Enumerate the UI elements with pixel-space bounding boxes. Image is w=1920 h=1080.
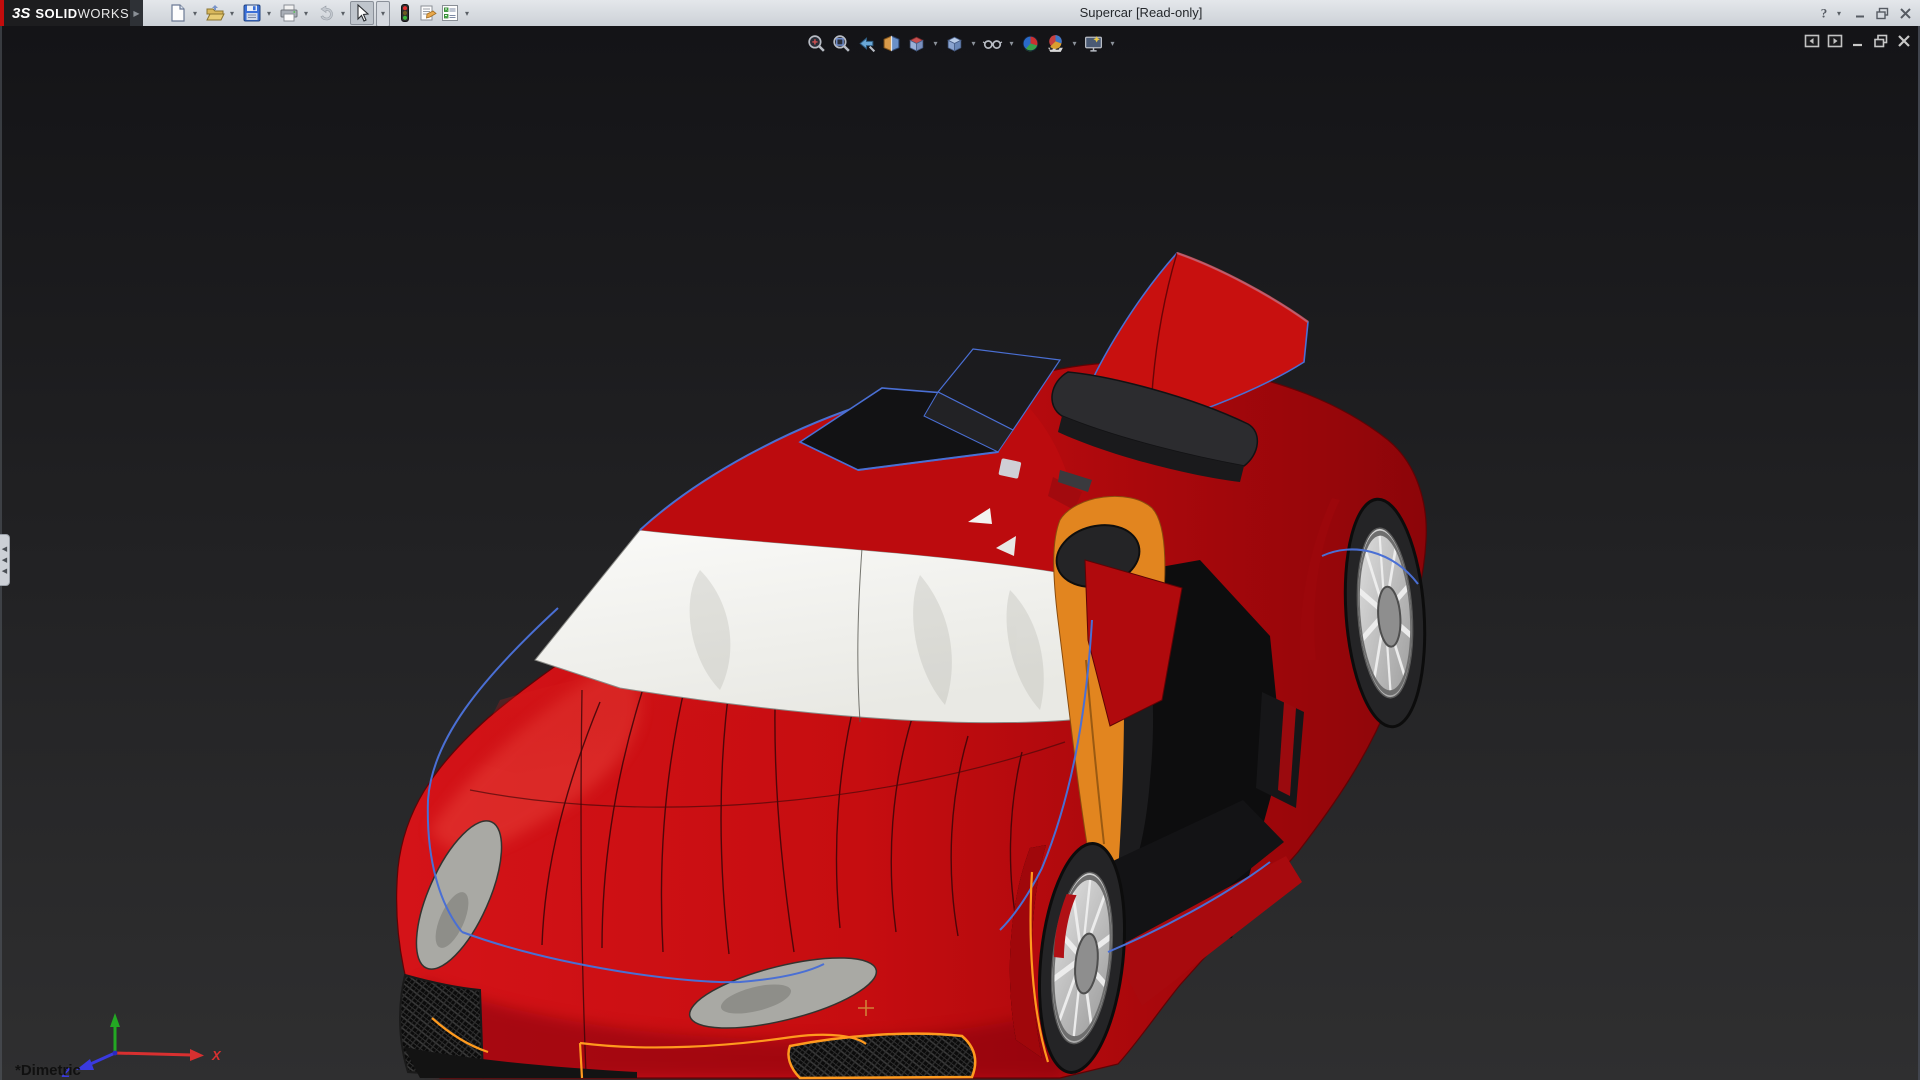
display-style-icon[interactable]	[944, 33, 965, 54]
collapse-arrow-icon: ◀	[1, 545, 8, 553]
undo-dropdown[interactable]: ▾	[338, 9, 348, 19]
collapse-arrow-icon: ◀	[1, 567, 8, 575]
solidworks-logo: 3S SOLID WORKS	[0, 0, 130, 26]
right-grille	[787, 1032, 977, 1080]
minimize-icon	[1856, 15, 1864, 18]
select-cursor-icon[interactable]	[352, 3, 372, 23]
select-dropdown[interactable]: ▾	[376, 1, 390, 27]
hide-show-items-dropdown[interactable]: ▾	[1007, 33, 1016, 54]
close-document-icon[interactable]	[1896, 33, 1912, 49]
view-orientation-name: *Dimetric	[15, 1062, 81, 1079]
save-dropdown[interactable]: ▾	[264, 9, 274, 19]
logo-mark: 3S	[12, 4, 31, 22]
solidworks-window: 3S SOLID WORKS ▶ ▾ ▾ ▾ ▾ ▾ ▾ ▾ Supercar …	[0, 0, 1920, 1080]
restore-document-icon[interactable]	[1873, 33, 1889, 49]
feature-panel-splitter-handle[interactable]: ◀ ◀ ◀	[0, 534, 10, 586]
zoom-to-area-icon[interactable]	[831, 33, 852, 54]
open-icon[interactable]	[205, 3, 225, 23]
save-icon[interactable]	[242, 3, 262, 23]
car-body[interactable]	[396, 251, 1432, 1080]
view-settings-icon[interactable]	[1083, 33, 1104, 54]
view-settings-dropdown[interactable]: ▾	[1108, 33, 1117, 54]
view-orientation-dropdown[interactable]: ▾	[931, 33, 940, 54]
close-icon	[1899, 7, 1911, 19]
menu-expand-arrow[interactable]: ▶	[130, 0, 143, 26]
apply-scene-icon[interactable]	[1045, 33, 1066, 54]
triad-x-axis: X	[114, 1048, 222, 1063]
restore-icon	[1875, 7, 1888, 19]
graphics-area[interactable]: ▾ ▾ ▾ ▾ ▾ ◀ ◀ ◀ X Z *Dimetric	[0, 26, 1920, 1080]
triad-y-axis	[110, 1013, 120, 1053]
new-document-dropdown[interactable]: ▾	[190, 9, 200, 19]
minimize-document-icon[interactable]	[1850, 33, 1866, 49]
collapse-arrow-icon: ◀	[1, 556, 8, 564]
hide-show-items-icon[interactable]	[982, 33, 1003, 54]
display-style-dropdown[interactable]: ▾	[969, 33, 978, 54]
section-view-icon[interactable]	[881, 33, 902, 54]
logo-text-bold: SOLID	[35, 5, 78, 21]
expand-feature-pane-icon[interactable]	[1827, 33, 1843, 49]
options-dropdown[interactable]: ▾	[462, 9, 472, 19]
collapse-feature-pane-icon[interactable]	[1804, 33, 1820, 49]
supercar-model[interactable]	[0, 26, 1920, 1080]
options-icon[interactable]	[440, 3, 460, 23]
zoom-to-fit-icon[interactable]	[806, 33, 827, 54]
apply-scene-dropdown[interactable]: ▾	[1070, 33, 1079, 54]
logo-text-light: WORKS	[77, 5, 130, 21]
svg-text:?: ?	[1821, 6, 1828, 21]
heads-up-view-toolbar: ▾ ▾ ▾ ▾ ▾	[806, 33, 1117, 54]
print-icon[interactable]	[279, 3, 299, 23]
previous-view-icon[interactable]	[856, 33, 877, 54]
logo-red-stripe	[0, 0, 4, 26]
minimize-button[interactable]	[1850, 4, 1870, 22]
window-title: Supercar [Read-only]	[1079, 5, 1203, 20]
document-window-controls	[1804, 33, 1912, 49]
file-properties-icon[interactable]	[418, 3, 438, 23]
new-document-icon[interactable]	[168, 3, 188, 23]
help-icon: ?	[1821, 6, 1828, 21]
edit-appearance-icon[interactable]	[1020, 33, 1041, 54]
print-dropdown[interactable]: ▾	[301, 9, 311, 19]
restore-button[interactable]	[1872, 4, 1892, 22]
rebuild-traffic-light-icon[interactable]	[395, 3, 415, 23]
open-dropdown[interactable]: ▾	[227, 9, 237, 19]
close-button[interactable]	[1895, 4, 1915, 22]
undo-icon[interactable]	[316, 3, 336, 23]
help-dropdown[interactable]: ▾	[1834, 9, 1844, 19]
help-button[interactable]: ?	[1814, 4, 1834, 22]
x-axis-label: X	[211, 1048, 222, 1063]
view-orientation-icon[interactable]	[906, 33, 927, 54]
title-bar: 3S SOLID WORKS ▶ ▾ ▾ ▾ ▾ ▾ ▾ ▾ Supercar …	[0, 0, 1920, 27]
